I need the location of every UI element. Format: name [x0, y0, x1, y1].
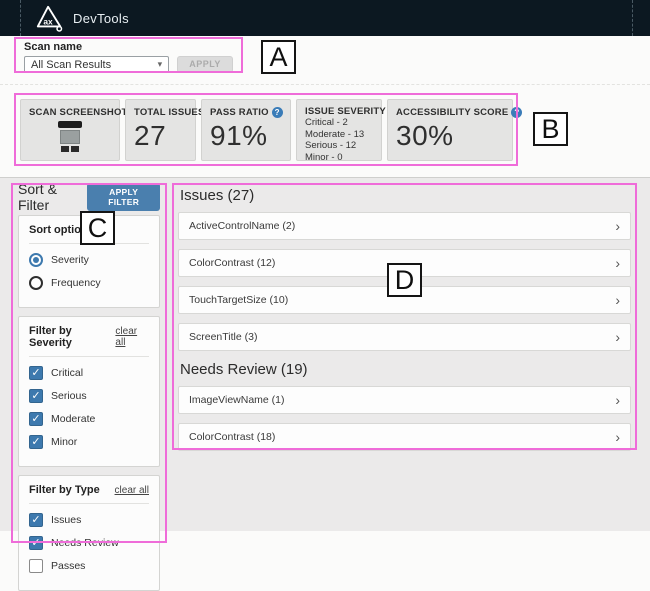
stats-section: SCAN SCREENSHOT TOTAL ISSUES 27 PASS RAT… — [14, 93, 518, 166]
sort-option-frequency[interactable]: Frequency — [29, 276, 149, 290]
pass-ratio-value: 91% — [210, 120, 282, 152]
total-issues-value: 27 — [134, 120, 187, 152]
top-navigation-bar: ax DevTools — [0, 0, 650, 36]
pass-ratio-card: PASS RATIO? 91% — [201, 99, 291, 161]
scan-name-label: Scan name — [24, 41, 233, 53]
scan-name-section: Scan name All Scan Results ▾ APPLY — [14, 37, 243, 73]
severity-minor-count: Minor - 0 — [305, 152, 373, 164]
checkbox-icon[interactable]: ✓ — [29, 435, 43, 449]
scan-name-select[interactable]: All Scan Results ▾ — [24, 56, 169, 73]
radio-icon[interactable] — [29, 276, 43, 290]
filter-type-panel: Filter by Type clear all ✓ Issues ✓ Need… — [18, 475, 160, 591]
severity-moderate-count: Moderate - 13 — [305, 129, 373, 141]
filter-severity-panel: Filter by Severity clear all ✓ Critical … — [18, 316, 160, 467]
issue-row-activecontrolname[interactable]: ActiveControlName (2) › — [178, 212, 631, 240]
sort-option-severity[interactable]: Severity — [29, 253, 149, 267]
checkbox-icon[interactable]: ✓ — [29, 513, 43, 527]
filter-passes[interactable]: ✓ Passes — [29, 559, 149, 573]
scan-screenshot-thumbnail — [57, 121, 83, 152]
header-band-divider — [0, 84, 650, 85]
apply-filter-button[interactable]: APPLY FILTER — [87, 183, 160, 211]
svg-text:ax: ax — [43, 17, 53, 27]
sort-filter-title: Sort & Filter — [18, 181, 87, 213]
help-icon[interactable]: ? — [272, 107, 283, 118]
axe-logo-icon: ax — [33, 4, 65, 32]
issues-heading: Issues (27) — [180, 187, 631, 204]
total-issues-title: TOTAL ISSUES — [134, 107, 187, 118]
checkbox-icon[interactable]: ✓ — [29, 366, 43, 380]
annotation-letter-b: B — [533, 112, 568, 146]
scan-screenshot-title: SCAN SCREENSHOT — [29, 107, 111, 118]
chevron-right-icon: › — [615, 330, 620, 344]
chevron-right-icon: › — [615, 430, 620, 444]
topbar-left-divider — [20, 0, 21, 36]
checkbox-icon[interactable]: ✓ — [29, 559, 43, 573]
filter-type-title: Filter by Type — [29, 484, 100, 496]
apply-button[interactable]: APPLY — [177, 56, 233, 73]
content-top-divider — [0, 177, 650, 178]
results-list: Issues (27) ActiveControlName (2) › Colo… — [172, 183, 637, 450]
accessibility-score-value: 30% — [396, 120, 504, 152]
issue-severity-title: ISSUE SEVERITY — [305, 106, 373, 117]
filter-severity-title: Filter by Severity — [29, 325, 115, 349]
issue-row-screentitle[interactable]: ScreenTitle (3) › — [178, 323, 631, 351]
issue-severity-card: ISSUE SEVERITY Critical - 2 Moderate - 1… — [296, 99, 382, 161]
chevron-right-icon: › — [615, 256, 620, 270]
pass-ratio-title: PASS RATIO? — [210, 107, 282, 118]
topbar-right-divider — [632, 0, 633, 36]
filter-minor[interactable]: ✓ Minor — [29, 435, 149, 449]
filter-issues[interactable]: ✓ Issues — [29, 513, 149, 527]
annotation-letter-d: D — [387, 263, 422, 297]
review-row-colorcontrast[interactable]: ColorContrast (18) › — [178, 423, 631, 451]
scan-name-select-value: All Scan Results — [31, 59, 111, 71]
annotation-letter-c: C — [80, 211, 115, 245]
accessibility-score-title: ACCESSIBILITY SCORE? — [396, 107, 504, 118]
review-row-imageviewname[interactable]: ImageViewName (1) › — [178, 386, 631, 414]
chevron-down-icon: ▾ — [158, 59, 163, 70]
radio-icon[interactable] — [29, 253, 43, 267]
filter-type-clear-all-link[interactable]: clear all — [115, 485, 149, 496]
checkbox-icon[interactable]: ✓ — [29, 536, 43, 550]
scan-screenshot-card[interactable]: SCAN SCREENSHOT — [20, 99, 120, 161]
help-icon[interactable]: ? — [511, 107, 522, 118]
brand: ax DevTools — [33, 4, 129, 32]
checkbox-icon[interactable]: ✓ — [29, 412, 43, 426]
accessibility-score-card: ACCESSIBILITY SCORE? 30% — [387, 99, 513, 161]
chevron-right-icon: › — [615, 219, 620, 233]
brand-name: DevTools — [73, 11, 129, 26]
filter-moderate[interactable]: ✓ Moderate — [29, 412, 149, 426]
chevron-right-icon: › — [615, 293, 620, 307]
severity-serious-count: Serious - 12 — [305, 140, 373, 152]
annotation-letter-a: A — [261, 40, 296, 74]
needs-review-heading: Needs Review (19) — [180, 361, 631, 378]
severity-critical-count: Critical - 2 — [305, 117, 373, 129]
total-issues-card: TOTAL ISSUES 27 — [125, 99, 196, 161]
filter-serious[interactable]: ✓ Serious — [29, 389, 149, 403]
filter-critical[interactable]: ✓ Critical — [29, 366, 149, 380]
checkbox-icon[interactable]: ✓ — [29, 389, 43, 403]
filter-needs-review[interactable]: ✓ Needs Review — [29, 536, 149, 550]
chevron-right-icon: › — [615, 393, 620, 407]
filter-severity-clear-all-link[interactable]: clear all — [115, 326, 149, 348]
